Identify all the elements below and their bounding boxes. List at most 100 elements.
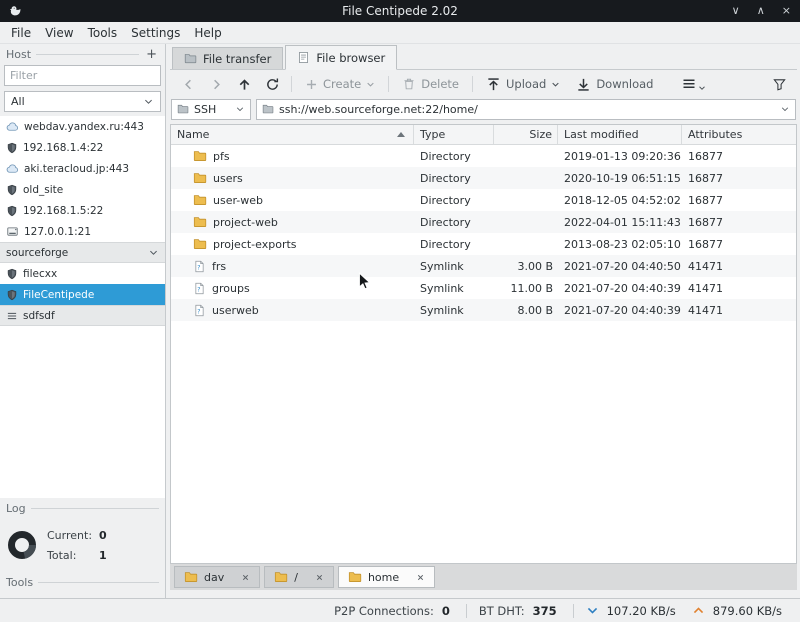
file-size [494,211,558,233]
file-attributes: 16877 [688,171,723,185]
tab-file-transfer[interactable]: File transfer [172,47,284,69]
minimize-button[interactable]: ∨ [732,0,740,22]
menu-item-view[interactable]: View [38,24,80,42]
create-label: Create [323,77,362,91]
close-button[interactable]: × [782,0,791,22]
menu-item-help[interactable]: Help [187,24,228,42]
close-icon[interactable] [315,573,324,582]
session-tab-label: home [367,570,400,584]
close-icon[interactable] [241,573,250,582]
tab-label: File browser [316,50,386,65]
divider [291,76,292,92]
host-item-192-168-1-4-22[interactable]: 192.168.1.4:22 [0,137,165,158]
session-tab-label: / [294,570,298,584]
chevron-down-icon [366,80,375,89]
file-modified: 2018-12-05 04:52:02 [564,193,681,207]
session-tab-root[interactable]: / [264,566,334,588]
file-row-frs[interactable]: ? frs Symlink 3.00 B 2021-07-20 04:40:50 4147… [171,255,796,277]
host-item-192-168-1-5-22[interactable]: 192.168.1.5:22 [0,200,165,221]
maximize-button[interactable]: ∧ [757,0,765,22]
column-header-last-modified[interactable]: Last modified [558,125,682,144]
up-button[interactable] [230,72,258,96]
svg-text:?: ? [197,286,200,293]
column-header-attributes[interactable]: Attributes [682,125,796,144]
add-host-button[interactable]: + [144,48,159,61]
menu-item-settings[interactable]: Settings [124,24,187,42]
file-name-cell: pfs [171,145,414,167]
file-row-userweb[interactable]: ? userweb Symlink 8.00 B 2021-07-20 04:40:39… [171,299,796,321]
file-modified: 2022-04-01 15:11:43 [564,215,681,229]
symlink-file-icon: ? [193,282,206,295]
divider [572,603,574,618]
folder-tab-icon [184,52,197,65]
file-name-cell: ? frs [171,255,414,277]
host-item-webdav-yandex-ru-443[interactable]: webdav.yandex.ru:443 [0,116,165,137]
file-name-cell: project-web [171,211,414,233]
group-label: sourceforge [6,246,69,259]
tab-file-browser[interactable]: File browser [285,45,398,70]
hamburger-icon [6,310,18,322]
file-size: 11.00 B [510,281,553,295]
host-item-127-0-0-1-21[interactable]: 127.0.0.1:21 [0,221,165,242]
file-row-groups[interactable]: ? groups Symlink 11.00 B 2021-07-20 04:40:39… [171,277,796,299]
upload-button[interactable]: Upload [478,74,568,95]
file-row-project-web[interactable]: project-web Directory 2022-04-01 15:11:43 1… [171,211,796,233]
file-row-pfs[interactable]: pfs Directory 2019-01-13 09:20:36 16877 [171,145,796,167]
column-header-type[interactable]: Type [414,125,494,144]
more-menu-button[interactable] [675,73,712,95]
host-item-old-site[interactable]: old_site [0,179,165,200]
column-header-size[interactable]: Size [494,125,558,144]
filter-input[interactable] [4,65,161,86]
host-item-aki-teracloud-jp-443[interactable]: aki.teracloud.jp:443 [0,158,165,179]
download-icon [576,77,591,92]
file-name: groups [212,281,250,295]
host-item-filecentipede[interactable]: FileCentipede [0,284,165,305]
refresh-button[interactable] [258,72,286,96]
back-button[interactable] [174,72,202,96]
host-item-label: 192.168.1.4:22 [23,141,104,154]
session-tab-dav[interactable]: dav [174,566,261,588]
host-item-filecxx[interactable]: filecxx [0,263,165,284]
upload-label: Upload [506,77,547,91]
host-item-label: FileCentipede [23,288,95,301]
file-row-project-exports[interactable]: project-exports Directory 2013-08-23 02:05… [171,233,796,255]
protocol-select[interactable]: SSH [171,98,251,120]
menu-item-tools[interactable]: Tools [81,24,125,42]
file-attributes: 16877 [688,215,723,229]
menu-item-file[interactable]: File [4,24,38,42]
p2p-connections-value: 0 [441,603,450,618]
file-name-cell: ? groups [171,277,414,299]
address-path: ssh://web.sourceforge.net:22/home/ [279,102,478,116]
titlebar: File Centipede 2.02 ∨ ∧ × [0,0,800,22]
divider [388,76,390,92]
group-header-sourceforge[interactable]: sourceforge [0,242,165,263]
filter-funnel-button[interactable] [765,72,793,96]
total-label: Total: [47,548,77,562]
bt-dht-value: 375 [532,603,557,618]
log-stats: Current: 0 Total: 1 [0,518,165,570]
symlink-file-icon: ? [193,260,206,273]
host-item-label: aki.teracloud.jp:443 [24,162,130,175]
file-name-cell: user-web [171,189,414,211]
file-modified: 2021-07-20 04:40:50 [564,259,681,273]
column-header-name[interactable]: Name [171,125,414,144]
file-row-user-web[interactable]: user-web Directory 2018-12-05 04:52:02 1687… [171,189,796,211]
file-name: user-web [213,193,264,207]
current-value: 0 [99,528,107,542]
file-attributes: 16877 [688,149,723,163]
file-row-users[interactable]: users Directory 2020-10-19 06:51:15 16877 [171,167,796,189]
scope-select[interactable]: All [4,91,161,112]
folder-icon [262,103,274,115]
session-tab-home[interactable]: home [337,566,436,588]
address-input[interactable]: ssh://web.sourceforge.net:22/home/ [256,98,796,120]
create-button[interactable]: Create [297,74,383,94]
sidebar: Host + All webdav.yandex.ru:443 192.168.1… [0,44,166,598]
scope-select-value: All [11,95,25,108]
close-icon[interactable] [416,573,425,582]
download-button[interactable]: Download [568,74,661,95]
file-name: users [213,171,243,185]
group-header-sdfsdf[interactable]: sdfsdf [0,305,165,326]
forward-button[interactable] [202,72,230,96]
delete-button[interactable]: Delete [394,74,467,94]
main-area: File transfer File browser Create Delete… [166,44,800,598]
